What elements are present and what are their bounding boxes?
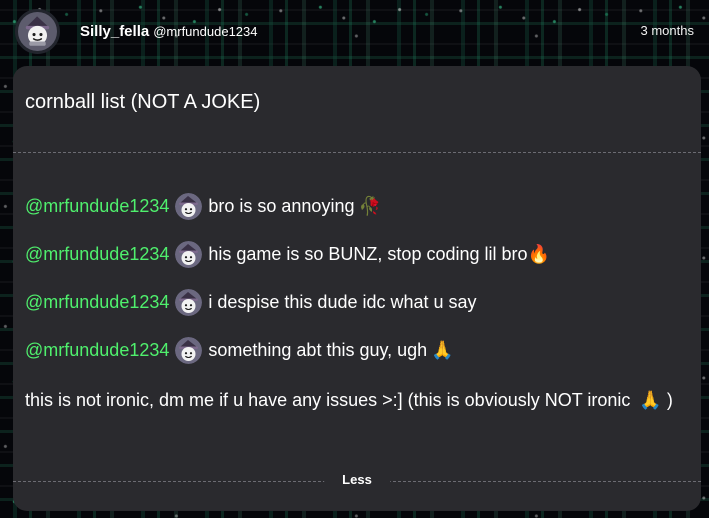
mention-text: i despise this dude idc what u say bbox=[208, 291, 477, 312]
witch-avatar-icon bbox=[18, 11, 57, 51]
post-paragraph: this is not ironic, dm me if u have any … bbox=[25, 387, 675, 414]
mention-avatar bbox=[175, 193, 203, 220]
post-title: cornball list (NOT A JOKE) bbox=[25, 91, 261, 113]
mention-line: @mrfundude1234 bro is so annoying 🥀 bbox=[25, 193, 381, 220]
mention-line: @mrfundude1234 his game is so BUNZ, stop… bbox=[25, 241, 550, 268]
mention-avatar bbox=[175, 289, 203, 316]
witch-avatar-icon bbox=[175, 193, 203, 220]
mention-avatar bbox=[175, 241, 203, 268]
mention-text: his game is so BUNZ, stop coding lil bro bbox=[208, 243, 528, 264]
post-header: Silly_fella @mrfundude1234 3 months bbox=[15, 8, 701, 54]
post-card: cornball list (NOT A JOKE) @mrfundude123… bbox=[13, 66, 701, 511]
author-username[interactable]: Silly_fella bbox=[80, 24, 149, 39]
post-timestamp: 3 months bbox=[640, 23, 694, 38]
witch-avatar-icon bbox=[175, 289, 203, 316]
paragraph-text-end: ) bbox=[666, 390, 673, 410]
fire-icon: 🔥 bbox=[527, 243, 550, 265]
witch-avatar-icon bbox=[175, 241, 203, 268]
folded-hands-icon: 🙏 bbox=[431, 339, 454, 361]
paragraph-text: this is not ironic, dm me if u have any … bbox=[25, 390, 631, 410]
mention-line: @mrfundude1234 something abt this guy, u… bbox=[25, 337, 454, 364]
mention-avatar bbox=[175, 337, 203, 364]
mention-line: @mrfundude1234 i despise this dude idc w… bbox=[25, 289, 477, 316]
mention-text: bro is so annoying bbox=[208, 195, 355, 216]
wilted-flower-icon: 🥀 bbox=[358, 195, 381, 217]
divider bbox=[13, 152, 701, 153]
folded-hands-icon: 🙏 bbox=[639, 390, 662, 411]
user-mention[interactable]: @mrfundude1234 bbox=[25, 292, 169, 314]
author-handle: @mrfundude1234 bbox=[153, 23, 258, 39]
user-mention[interactable]: @mrfundude1234 bbox=[25, 244, 169, 266]
user-mention[interactable]: @mrfundude1234 bbox=[25, 340, 169, 362]
witch-avatar-icon bbox=[175, 337, 203, 364]
mention-text: something abt this guy, ugh bbox=[208, 339, 428, 360]
user-mention[interactable]: @mrfundude1234 bbox=[25, 196, 169, 218]
less-button[interactable]: Less bbox=[324, 470, 390, 490]
author-avatar[interactable] bbox=[15, 8, 60, 54]
